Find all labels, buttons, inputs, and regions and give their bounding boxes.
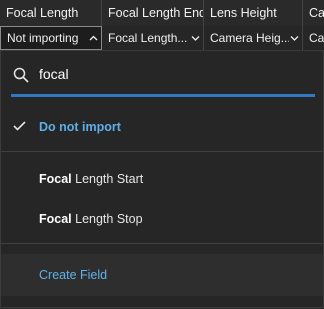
column-header-row: Focal Length Focal Length End Lens Heigh…: [0, 0, 324, 27]
option-do-not-import[interactable]: Do not import: [1, 107, 323, 147]
field-select-value: Camera Heig...: [210, 31, 289, 45]
option-rest-text: Length Stop: [71, 212, 143, 226]
search-underline: [11, 94, 315, 97]
field-select-lens-height[interactable]: Camera Heig...: [204, 26, 303, 50]
option-match-text: Focal: [39, 172, 72, 186]
dropdown-search: [11, 57, 315, 93]
check-icon: [13, 118, 27, 136]
field-select-value: Not importing: [7, 31, 79, 45]
option-rest-text: Length Start: [71, 172, 144, 186]
divider: [1, 151, 323, 152]
field-select-truncated[interactable]: Car: [303, 26, 324, 50]
column-header-focal-length-end: Focal Length End: [102, 0, 204, 26]
option-label: Do not import: [39, 120, 121, 134]
search-input[interactable]: [39, 63, 299, 85]
option-focal-length-stop[interactable]: Focal Length Stop: [39, 212, 143, 226]
search-icon: [13, 67, 29, 83]
chevron-down-icon: [289, 33, 299, 43]
option-match-text: Focal: [39, 212, 72, 226]
option-focal-length-start[interactable]: Focal Length Start: [39, 172, 143, 186]
column-header-focal-length: Focal Length: [0, 0, 102, 26]
field-dropdown-menu: Do not import Focal Length Start Focal L…: [0, 51, 324, 308]
field-select-focal-length-end[interactable]: Focal Length...: [102, 26, 204, 50]
field-select-value: Car: [309, 31, 324, 45]
chevron-down-icon: [190, 33, 200, 43]
column-header-lens-height: Lens Height: [204, 0, 303, 26]
chevron-up-icon: [88, 33, 98, 43]
column-header-truncated: Ca: [309, 6, 324, 20]
divider: [1, 243, 323, 244]
field-select-value: Focal Length...: [108, 31, 188, 45]
create-field-button[interactable]: Create Field: [1, 254, 323, 296]
create-field-label: Create Field: [39, 268, 108, 282]
mapping-select-row: Not importing Focal Length... Camera Hei…: [0, 26, 324, 51]
field-select-focal-length[interactable]: Not importing: [0, 26, 102, 50]
